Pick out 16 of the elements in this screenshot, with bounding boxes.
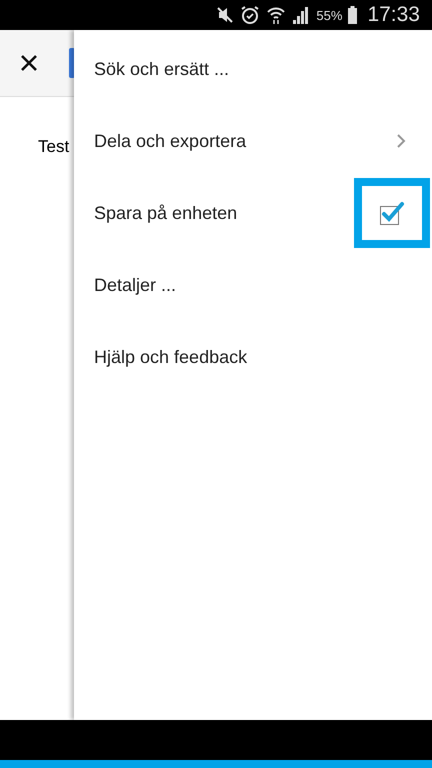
signal-icon (292, 6, 310, 24)
clock: 17:33 (367, 3, 420, 27)
mute-icon (216, 6, 234, 24)
battery-icon (348, 6, 358, 24)
document-text: Test (38, 137, 70, 157)
checkbox[interactable] (379, 200, 405, 226)
menu-item[interactable]: Detaljer ... (74, 249, 432, 321)
menu-item[interactable]: Dela och exportera (74, 105, 432, 177)
wifi-icon (266, 5, 286, 25)
menu-item[interactable]: Hjälp och feedback (74, 321, 432, 393)
menu-item[interactable]: Sök och ersätt ... (74, 33, 432, 105)
chevron-right-icon (396, 133, 406, 149)
alarm-icon (240, 5, 260, 25)
battery-percentage: 55% (316, 8, 342, 22)
close-icon[interactable] (20, 54, 38, 72)
menu-item[interactable]: Spara på enheten (74, 177, 432, 249)
